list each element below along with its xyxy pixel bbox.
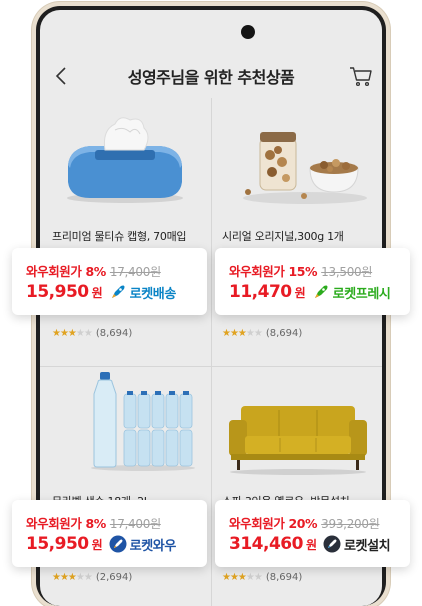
- currency-unit: 원: [91, 537, 103, 552]
- yellow-sofa-image[interactable]: [223, 400, 373, 475]
- rating-row: ★★★★★ (2,694): [52, 572, 132, 583]
- currency-unit: 원: [305, 537, 317, 552]
- original-price: 13,500원: [321, 265, 373, 279]
- delivery-badge: 로켓배송: [129, 286, 177, 302]
- cart-icon[interactable]: [348, 63, 374, 89]
- sale-price: 314,460: [229, 534, 303, 554]
- wet-wipes-image[interactable]: [60, 110, 190, 205]
- rating-row: ★★★★★ (8,694): [52, 328, 132, 339]
- rating-row: ★★★★★ (8,694): [222, 328, 302, 339]
- star-rating-icon: ★★★★★: [222, 328, 263, 339]
- star-rating-icon: ★★★★★: [52, 328, 93, 339]
- page-title: 성영주님을 위한 추천상품: [127, 68, 295, 87]
- grid-divider-horizontal: [40, 366, 382, 367]
- price-card[interactable]: 와우회원가 20% 393,200원 314,460 원 로켓설치: [215, 500, 410, 567]
- original-price: 17,400원: [109, 517, 161, 531]
- sale-price: 15,950: [26, 534, 89, 554]
- star-rating-icon: ★★★★★: [52, 572, 93, 583]
- review-count: (2,694): [95, 572, 133, 583]
- water-bottles-image[interactable]: [88, 372, 198, 472]
- rocket-icon: [111, 285, 125, 298]
- front-camera: [241, 25, 255, 39]
- review-count: (8,694): [95, 328, 133, 339]
- review-count: (8,694): [265, 328, 303, 339]
- original-price: 17,400원: [109, 265, 161, 279]
- delivery-badge: 로켓설치: [343, 538, 391, 554]
- product-name[interactable]: 프리미엄 물티슈 캡형, 70매입: [52, 228, 187, 244]
- price-card[interactable]: 와우회원가 15% 13,500원 11,470 원 로켓프레시: [215, 248, 410, 315]
- app-header: 성영주님을 위한 추천상품: [40, 50, 382, 102]
- original-price: 393,200원: [321, 517, 380, 531]
- rocket-icon: [314, 285, 328, 298]
- wow-discount: 와우회원가 8%: [26, 264, 106, 279]
- wow-discount: 와우회원가 8%: [26, 516, 106, 531]
- wow-discount: 와우회원가 15%: [229, 264, 318, 279]
- star-rating-icon: ★★★★★: [222, 572, 263, 583]
- price-card[interactable]: 와우회원가 8% 17,400원 15,950 원 로켓배송: [12, 248, 207, 315]
- price-card[interactable]: 와우회원가 8% 17,400원 15,950 원 로켓와우: [12, 500, 207, 567]
- currency-unit: 원: [91, 285, 103, 300]
- rocket-install-icon: [323, 535, 341, 553]
- delivery-badge: 로켓와우: [129, 538, 177, 554]
- sale-price: 11,470: [229, 282, 292, 302]
- rating-row: ★★★★★ (8,694): [222, 572, 302, 583]
- grid-divider-vertical: [211, 98, 212, 606]
- wow-discount: 와우회원가 20%: [229, 516, 318, 531]
- review-count: (8,694): [265, 572, 303, 583]
- back-arrow-icon[interactable]: [50, 64, 74, 88]
- delivery-badge: 로켓프레시: [332, 286, 391, 302]
- currency-unit: 원: [294, 285, 306, 300]
- rocket-wow-icon: [109, 535, 127, 553]
- product-name[interactable]: 시리얼 오리지널,300g 1개: [222, 228, 344, 244]
- sale-price: 15,950: [26, 282, 89, 302]
- cereal-image[interactable]: [230, 120, 370, 205]
